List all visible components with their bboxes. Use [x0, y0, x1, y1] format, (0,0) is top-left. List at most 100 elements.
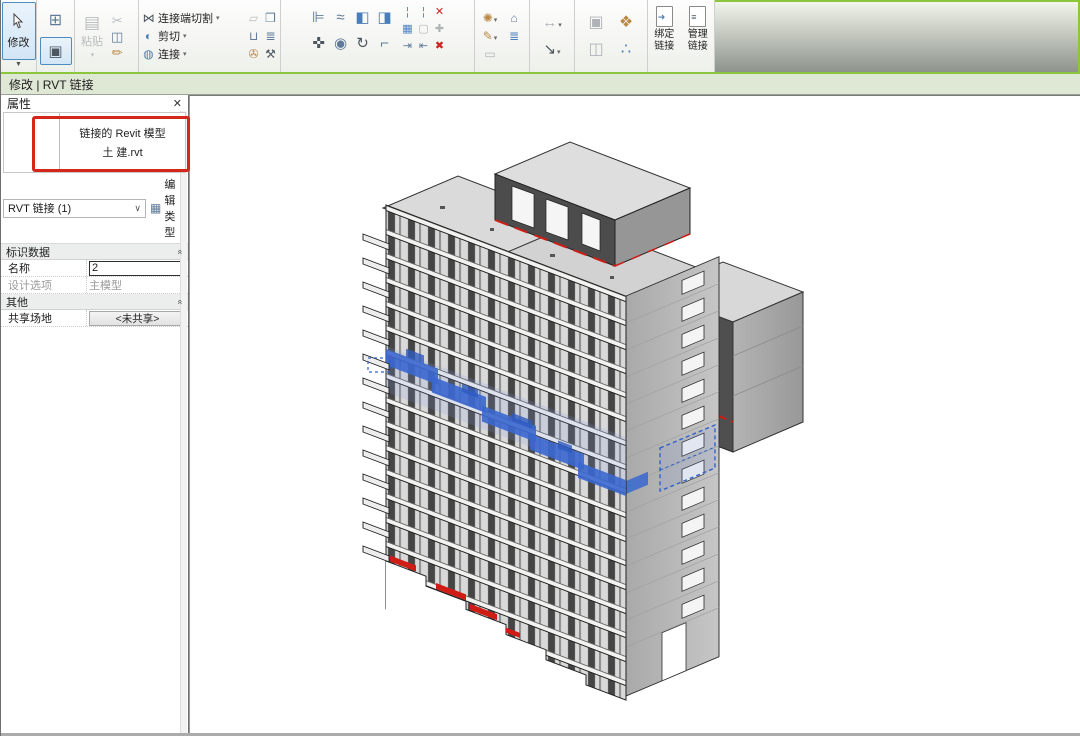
building-model — [190, 96, 1080, 736]
join-geometry-icon[interactable]: ◍ — [141, 48, 156, 60]
align-icon[interactable]: ⊫ — [312, 10, 325, 25]
join-dropdown-icon[interactable]: ▾ — [183, 50, 187, 58]
properties-scrollbar[interactable] — [180, 111, 187, 733]
show-related-box-icon[interactable]: ❒ — [263, 12, 278, 24]
3d-view-canvas[interactable] — [189, 95, 1080, 733]
left-balconies — [363, 234, 389, 562]
section-identity-title: 标识数据 — [6, 244, 50, 260]
join-end-cut-dropdown-icon[interactable]: ▾ — [216, 14, 220, 22]
ribbon-panel-select: 修改 ▼ — [1, 0, 37, 72]
type-preview-thumbnail — [4, 113, 60, 172]
create-similar-icon[interactable]: ❖ — [619, 15, 633, 31]
manage-link-button[interactable]: ≡ 管理 链接 — [684, 3, 713, 70]
match-type-brush-icon[interactable]: ✏ — [112, 46, 123, 59]
section-other[interactable]: 其他 « — [1, 294, 188, 310]
properties-title: 属性 — [7, 95, 31, 112]
join-end-cut-label[interactable]: 连接端切割 — [158, 10, 213, 26]
ui-blocks-icon: ⊞ — [49, 13, 62, 29]
beam-cope-icon[interactable]: ⊔ — [246, 30, 261, 42]
duplicate-views-icon[interactable]: ◫ — [588, 42, 603, 58]
properties-palette-icon: ▣ — [48, 44, 62, 59]
trim-corner-icon[interactable]: ⌐ — [380, 36, 389, 51]
cut-label[interactable]: 剪切 — [158, 28, 180, 44]
pin-icon[interactable]: ✚ — [435, 24, 444, 35]
mode-bar: 修改 | RVT 链接 — [1, 74, 1080, 95]
split-element-icon[interactable]: ¦ — [406, 7, 409, 18]
measure-length-icon[interactable]: ↔ — [542, 15, 557, 30]
chevron-down-icon: ∨ — [134, 203, 141, 214]
bind-link-doc-icon: ➜ — [656, 6, 673, 27]
bind-link-label-2: 链接 — [654, 41, 674, 53]
collapse-chevron-icon-2[interactable]: « — [175, 299, 185, 304]
ribbon-panel-view-graphics: ✺▾ ⌂ ✎▾ ≣ ▭ — [475, 0, 530, 72]
unpin-icon[interactable]: ✕ — [435, 7, 444, 18]
close-icon[interactable]: ✕ — [173, 97, 182, 110]
paste-button[interactable]: ▤ 粘贴 ▾ — [77, 7, 107, 65]
paint-icon[interactable]: ✇ — [246, 48, 261, 60]
shared-site-button[interactable]: <未共享> — [89, 311, 186, 326]
modify-button[interactable]: 修改 — [2, 2, 36, 60]
select-panel-dropdown-icon[interactable]: ▼ — [15, 60, 22, 69]
type-selector[interactable]: 链接的 Revit 模型 土 建.rvt — [3, 112, 186, 173]
copy-modify-icon[interactable]: ◉ — [334, 36, 347, 51]
manage-link-label-1: 管理 — [688, 29, 708, 41]
cut-scissors-icon[interactable]: ✂ — [112, 14, 123, 27]
ribbon-panel-measure: ↔▾ ↘▾ — [530, 0, 575, 72]
ribbon-panel-properties-ui: ⊞ ▣ — [37, 0, 75, 72]
bind-link-label-1: 绑定 — [654, 29, 674, 41]
scale-icon[interactable]: ▢ — [418, 24, 428, 35]
trim-extend-multiple-icon[interactable]: ⇤ — [419, 41, 428, 52]
modify-label: 修改 — [8, 34, 30, 50]
cut-geometry-icon[interactable]: ◐ — [141, 30, 156, 42]
properties-palette-button[interactable]: ▣ — [40, 37, 72, 65]
ribbon-panel-geometry: ⋈ 连接端切割 ▾ ▱ ❒ ◐ 剪切 ▾ ⊔ ≣ ◍ 连接 ▾ ✇ — [139, 0, 281, 72]
create-group-icon[interactable]: ▣ — [588, 15, 603, 31]
mirror-pick-axis-icon[interactable]: ◧ — [355, 10, 369, 25]
demolish-hammer-icon[interactable]: ⚒ — [263, 48, 278, 60]
override-graphics-brush-icon[interactable]: ✎ — [483, 30, 493, 42]
section-other-title: 其他 — [6, 294, 28, 310]
offset-icon[interactable]: ≈ — [336, 10, 344, 25]
name-label: 名称 — [1, 260, 87, 276]
type-selector-line2: 土 建.rvt — [102, 144, 142, 160]
measure-aligned-icon[interactable]: ↘ — [543, 42, 556, 57]
join-end-cut-icon[interactable]: ⋈ — [141, 12, 156, 24]
manage-link-label-2: 链接 — [688, 41, 708, 53]
collapse-chevron-icon[interactable]: « — [175, 249, 185, 254]
element-filter-combobox[interactable]: RVT 链接 (1) ∨ — [3, 199, 146, 218]
property-row-design-option: 设计选项 主模型 — [1, 277, 188, 294]
default-3d-home-icon[interactable]: ⌂ — [510, 12, 517, 24]
delete-icon[interactable]: ✖ — [435, 41, 444, 52]
join-label[interactable]: 连接 — [158, 46, 180, 62]
trim-extend-single-icon[interactable]: ⇥ — [403, 41, 412, 52]
design-option-value: 主模型 — [87, 277, 188, 293]
move-icon[interactable]: ✜ — [312, 36, 325, 51]
copy-icon[interactable]: ◫ — [111, 30, 123, 43]
properties-palette: 属性 ✕ 链接的 Revit 模型 土 建.rvt RVT 链接 (1) ∨ ▦ — [1, 95, 189, 733]
bind-link-button[interactable]: ➜ 绑定 链接 — [650, 3, 679, 70]
property-row-name: 名称 2 — [1, 260, 188, 277]
ribbon-panel-clipboard: ▤ 粘贴 ▾ ✂ ◫ ✏ — [75, 0, 139, 72]
property-grid: 标识数据 « 名称 2 设计选项 主模型 其他 « 共享场地 <未共享> — [1, 243, 188, 327]
cut-dropdown-icon[interactable]: ▾ — [183, 32, 187, 40]
ribbon-panel-modify: ⊫ ≈ ◧ ◨ ✜ ◉ ↻ ⌐ ¦ ¦ ✕ ▦ ▢ ✚ ⇥ ⇤ — [281, 0, 475, 72]
lightbulb-icon[interactable]: ✺ — [483, 12, 493, 24]
linework-icon[interactable]: ≣ — [509, 30, 519, 42]
mode-bar-label: 修改 | RVT 链接 — [9, 76, 94, 93]
section-identity-data[interactable]: 标识数据 « — [1, 244, 188, 260]
manage-link-doc-icon: ≡ — [689, 6, 706, 27]
ui-blocks-button[interactable]: ⊞ — [40, 7, 72, 35]
edit-type-icon: ▦ — [150, 202, 161, 214]
mirror-draw-axis-icon[interactable]: ◨ — [377, 10, 391, 25]
name-input[interactable]: 2 — [89, 261, 186, 276]
transfer-diagram-icon[interactable]: ∴ — [621, 42, 631, 58]
transparent-box-icon[interactable]: ▭ — [484, 48, 495, 60]
cursor-icon — [11, 13, 26, 32]
wall-sweep-icon[interactable]: ≣ — [263, 30, 278, 42]
cut-profile-icon[interactable]: ▱ — [246, 12, 261, 24]
split-with-gap-icon[interactable]: ¦ — [422, 7, 425, 18]
ribbon-panel-create: ▣ ❖ ◫ ∴ — [575, 0, 648, 72]
array-icon[interactable]: ▦ — [402, 24, 412, 35]
element-filter-value: RVT 链接 (1) — [8, 200, 71, 216]
rotate-icon[interactable]: ↻ — [356, 36, 369, 51]
